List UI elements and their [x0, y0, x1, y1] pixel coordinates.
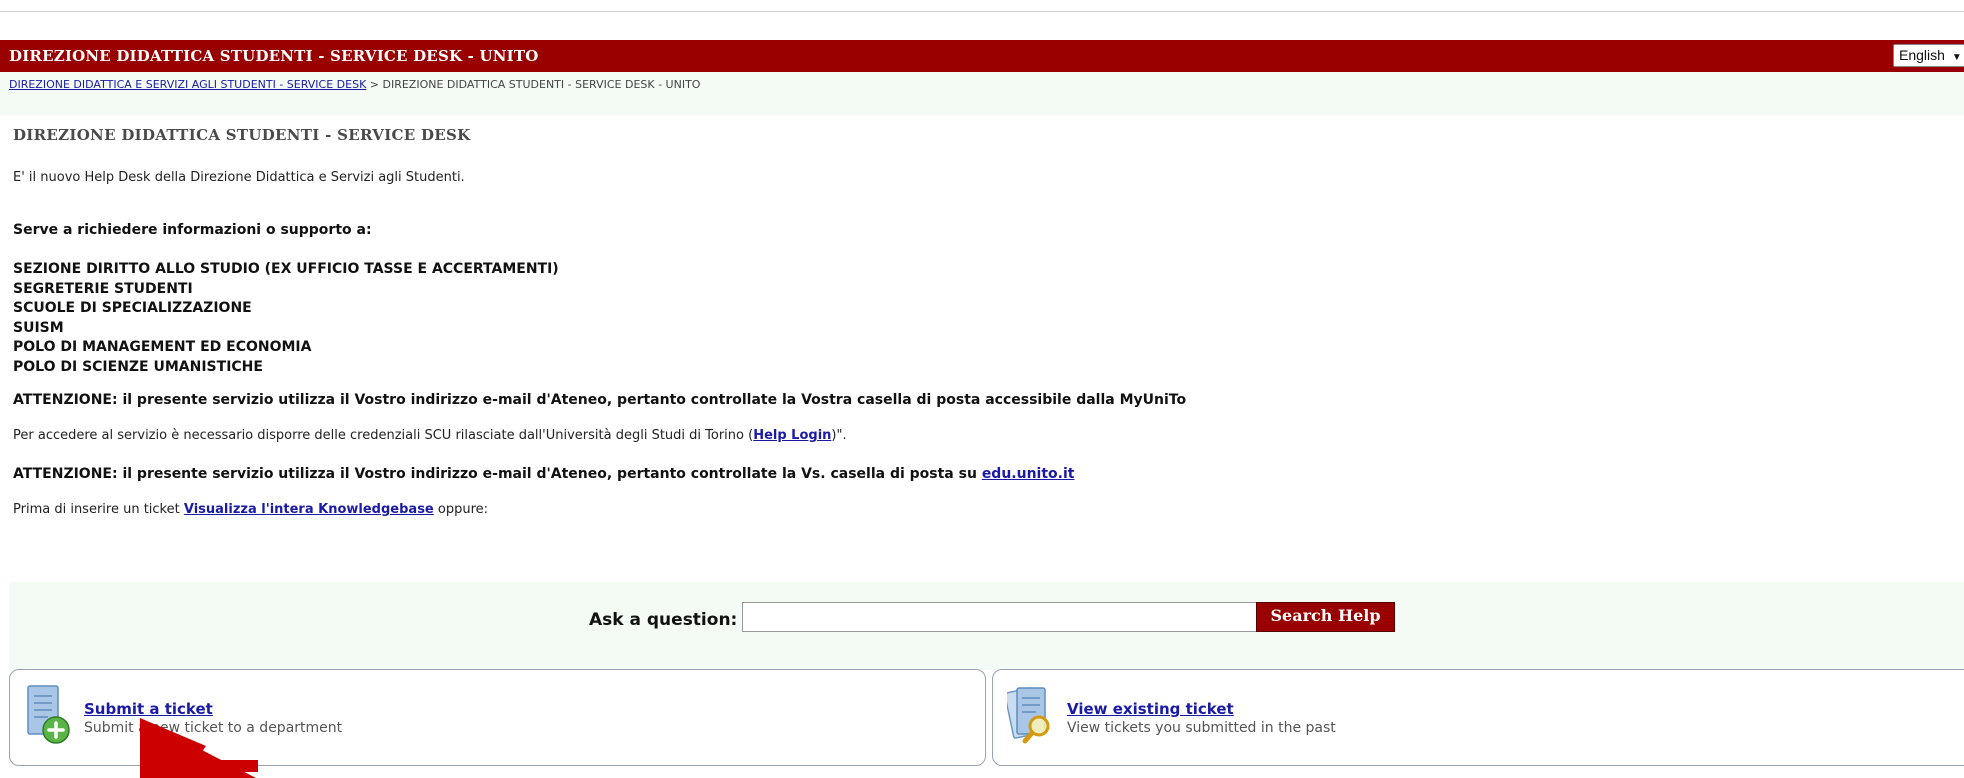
access-text-prefix: Per accedere al servizio è necessario di… — [13, 428, 754, 443]
list-item: SEGRETERIE STUDENTI — [13, 280, 193, 297]
list-item: SCUOLE DI SPECIALIZZAZIONE — [13, 300, 252, 316]
ask-question-label: Ask a question: — [589, 610, 738, 630]
view-ticket-link[interactable]: View existing ticket — [1067, 700, 1234, 718]
chevron-down-icon: ▼ — [1951, 52, 1962, 63]
view-ticket-description: View tickets you submitted in the past — [1067, 720, 1336, 736]
knowledgebase-suffix: oppure: — [433, 502, 489, 517]
search-input[interactable] — [742, 602, 1258, 632]
knowledgebase-text: Prima di inserire un ticket Visualizza l… — [13, 502, 488, 517]
edu-unito-link[interactable]: edu.unito.it — [982, 466, 1075, 482]
knowledgebase-prefix: Prima di inserire un ticket — [13, 502, 184, 517]
red-arrow-icon — [140, 718, 258, 778]
document-search-icon — [1007, 687, 1050, 744]
breadcrumb-link-service-desk[interactable]: DIREZIONE DIDATTICA E SERVIZI AGLI STUDE… — [9, 78, 366, 91]
list-item: POLO DI MANAGEMENT ED ECONOMIA — [13, 339, 312, 355]
section-heading: DIREZIONE DIDATTICA STUDENTI - SERVICE D… — [13, 126, 471, 144]
help-login-link[interactable]: Help Login — [753, 428, 831, 443]
units-list: SEZIONE DIRITTO ALLO STUDIO (EX UFFICIO … — [13, 260, 559, 377]
title-bar: DIREZIONE DIDATTICA STUDENTI - SERVICE D… — [0, 40, 1964, 72]
breadcrumb-current: DIREZIONE DIDATTICA STUDENTI - SERVICE D… — [382, 78, 701, 91]
list-item: SEZIONE DIRITTO ALLO STUDIO (EX UFFICIO … — [13, 261, 559, 277]
breadcrumb-separator: > — [369, 78, 379, 91]
knowledgebase-link[interactable]: Visualizza l'intera Knowledgebase — [184, 502, 434, 517]
attention-edu-prefix: ATTENZIONE: il presente servizio utilizz… — [13, 466, 982, 482]
top-divider — [0, 11, 1964, 12]
list-item: POLO DI SCIENZE UMANISTICHE — [13, 358, 263, 375]
attention-edu: ATTENZIONE: il presente servizio utilizz… — [13, 466, 1074, 482]
intro-text: E' il nuovo Help Desk della Direzione Di… — [13, 170, 465, 185]
language-select[interactable]: English ▼ — [1893, 44, 1964, 67]
access-text-suffix: )". — [831, 428, 847, 443]
document-add-icon — [27, 685, 70, 744]
search-panel: Ask a question: Search Help — [9, 582, 1964, 670]
language-select-value: English — [1899, 47, 1945, 63]
page-title: DIREZIONE DIDATTICA STUDENTI - SERVICE D… — [9, 47, 539, 65]
attention-myunito: ATTENZIONE: il presente servizio utilizz… — [13, 392, 1187, 408]
search-help-button[interactable]: Search Help — [1256, 602, 1395, 632]
access-text: Per accedere al servizio è necessario di… — [13, 428, 847, 443]
view-ticket-card[interactable]: View existing ticket View tickets you su… — [992, 669, 1964, 766]
serve-label: Serve a richiedere informazioni o suppor… — [13, 222, 372, 238]
list-item: SUISM — [13, 319, 64, 336]
breadcrumb: DIREZIONE DIDATTICA E SERVIZI AGLI STUDE… — [0, 72, 1964, 115]
